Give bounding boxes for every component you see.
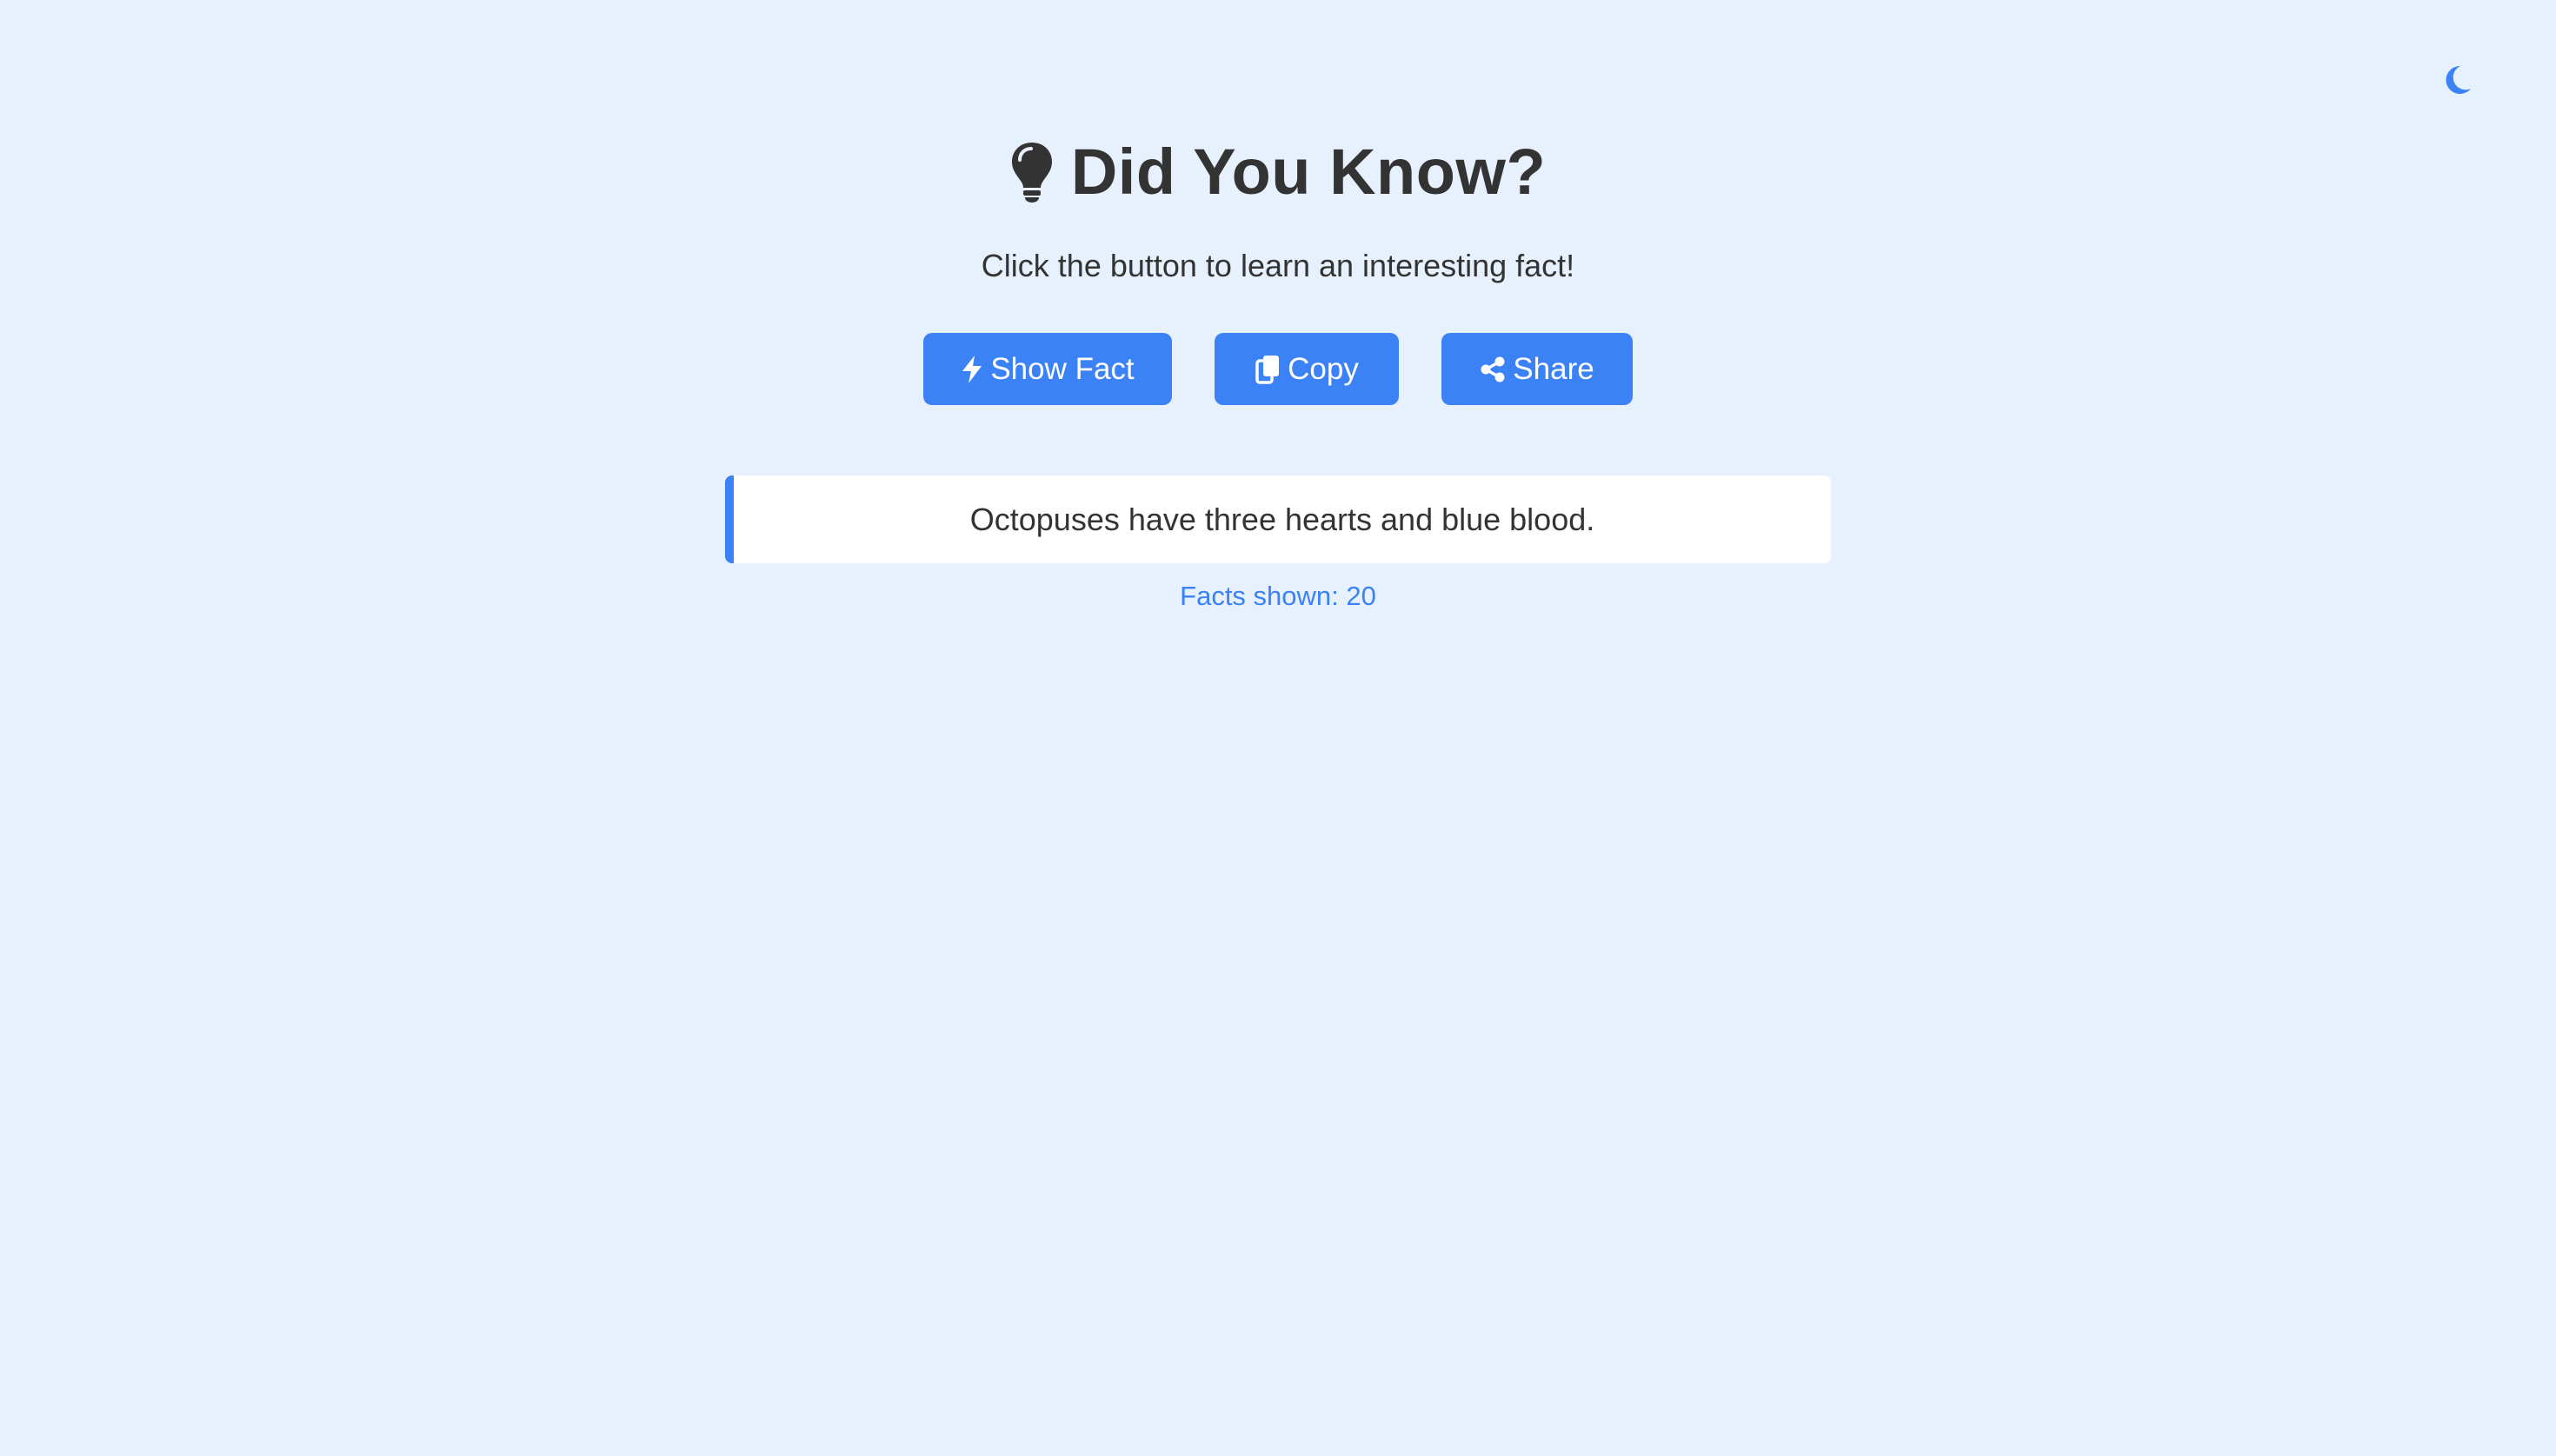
page: { "theme_toggle": { "icon": "moon-icon",… (0, 0, 2556, 1456)
show-fact-button[interactable]: Show Fact (923, 333, 1172, 405)
moon-icon (2443, 64, 2473, 96)
copy-button[interactable]: Copy (1215, 333, 1399, 405)
subtitle: Click the button to learn an interesting… (981, 248, 1575, 283)
share-button[interactable]: Share (1441, 333, 1633, 405)
lightbulb-icon (1010, 141, 1054, 203)
share-label: Share (1513, 351, 1594, 386)
fact-card: Octopuses have three hearts and blue blo… (725, 475, 1831, 563)
page-title: Did You Know? (1070, 136, 1547, 208)
copy-icon (1255, 355, 1281, 384)
theme-toggle-button[interactable] (2440, 62, 2476, 98)
fact-text: Octopuses have three hearts and blue blo… (969, 501, 1595, 537)
facts-shown-counter: Facts shown: 20 (1180, 581, 1376, 611)
show-fact-label: Show Fact (990, 351, 1135, 386)
share-icon (1480, 356, 1506, 382)
bolt-icon (961, 355, 983, 384)
copy-label: Copy (1288, 351, 1359, 386)
header: Did You Know? (0, 130, 2556, 214)
